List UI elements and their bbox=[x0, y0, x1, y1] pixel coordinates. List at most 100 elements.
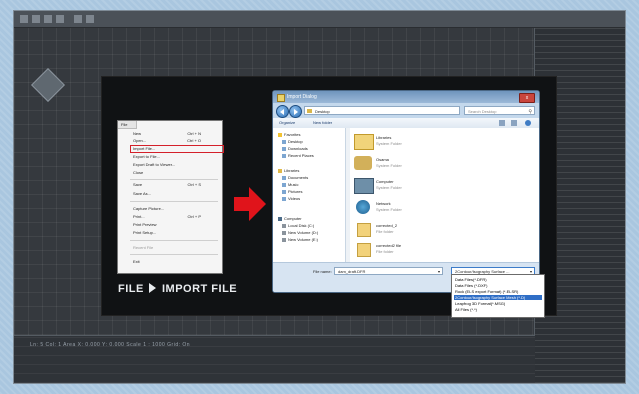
file-type-option[interactable]: Data Files (*.DXF) bbox=[454, 283, 542, 288]
nav-item-documents[interactable]: Documents bbox=[282, 175, 308, 181]
pictures-icon bbox=[282, 190, 286, 194]
navigation-pane: Favorites Desktop Downloads Recent Place… bbox=[273, 128, 346, 262]
user-folder-icon bbox=[354, 156, 372, 170]
desktop-icon bbox=[282, 140, 286, 144]
nav-item-videos[interactable]: Videos bbox=[282, 196, 300, 202]
import-dialog: Import Dialog x Desktop Search Desktop ⚲… bbox=[272, 90, 540, 293]
menu-separator bbox=[130, 201, 218, 202]
menu-item-recent-file[interactable]: Recent File bbox=[133, 245, 215, 251]
drive-icon bbox=[282, 231, 286, 235]
status-text: Ln: 5 Col: 1 Area X: 0.000 Y: 0.000 Scal… bbox=[30, 342, 191, 348]
downloads-icon bbox=[282, 147, 286, 151]
nav-item-downloads[interactable]: Downloads bbox=[282, 146, 308, 152]
dialog-titlebar[interactable]: Import Dialog x bbox=[273, 91, 539, 103]
search-icon: ⚲ bbox=[528, 109, 532, 115]
address-bar: Desktop Search Desktop ⚲ bbox=[273, 103, 539, 118]
file-menu: File New Ctrl + N Open... Ctrl + O Import … bbox=[117, 120, 224, 274]
menu-item-open[interactable]: Open... Ctrl + O bbox=[133, 138, 215, 144]
nav-item-libraries[interactable]: Libraries bbox=[278, 168, 299, 174]
nav-item-music[interactable]: Music bbox=[282, 182, 298, 188]
help-icon[interactable] bbox=[525, 120, 531, 126]
preview-pane-icon[interactable] bbox=[511, 120, 517, 126]
file-type-option[interactable]: Rock (ELS export Format) (*.ELSR) bbox=[454, 289, 542, 294]
dialog-title: Import Dialog bbox=[287, 94, 317, 100]
menu-separator bbox=[130, 240, 218, 241]
compass-icon bbox=[31, 68, 65, 102]
file-type-option[interactable]: Data Files(*.DFR) bbox=[454, 277, 542, 282]
file-item-computer[interactable]: Computer System Folder bbox=[354, 176, 444, 196]
menu-item-print-setup[interactable]: Print Setup... bbox=[133, 230, 215, 236]
forward-button[interactable] bbox=[289, 105, 302, 118]
music-icon bbox=[282, 183, 286, 187]
computer-icon bbox=[354, 178, 374, 194]
menu-item-new[interactable]: New Ctrl + N bbox=[133, 131, 215, 137]
menu-item-import-file[interactable]: Import File... bbox=[130, 145, 224, 153]
nav-item-recent-places[interactable]: Recent Places bbox=[282, 153, 314, 159]
file-name-field[interactable]: dam_draft.DFR ▾ bbox=[334, 267, 443, 275]
toolbar-button[interactable] bbox=[86, 15, 94, 23]
menu-item-save[interactable]: Save Ctrl + S bbox=[133, 182, 215, 188]
nav-item-computer[interactable]: Computer bbox=[278, 216, 302, 222]
nav-item-volume-e[interactable]: New Volume (E:) bbox=[282, 237, 318, 243]
toolbar-button[interactable] bbox=[44, 15, 52, 23]
file-type-option-selected[interactable]: 2Contour/Isography Surface Mesh (*.D) bbox=[454, 295, 542, 300]
documents-icon bbox=[282, 176, 286, 180]
file-list: Libraries System Folder Osama System Fol… bbox=[350, 128, 539, 262]
menu-item-save-as[interactable]: Save As... bbox=[133, 191, 215, 197]
file-type-option[interactable]: All Files (*.*) bbox=[454, 307, 542, 312]
red-arrow-icon bbox=[234, 187, 266, 221]
organize-button[interactable]: Organize bbox=[279, 120, 295, 125]
computer-icon bbox=[278, 217, 282, 221]
nav-item-local-disk[interactable]: Local Disk (C:) bbox=[282, 223, 314, 229]
address-input[interactable]: Desktop bbox=[304, 106, 460, 115]
file-type-dropdown: Data Files(*.DFR) Data Files (*.DXF) Roc… bbox=[451, 274, 545, 318]
star-icon bbox=[278, 133, 282, 137]
file-item-folder[interactable]: corrected2 file File folder bbox=[354, 240, 444, 260]
file-item-libraries[interactable]: Libraries System Folder bbox=[354, 132, 444, 152]
network-icon bbox=[356, 200, 370, 214]
folder-icon bbox=[307, 109, 312, 113]
folder-icon bbox=[357, 223, 371, 237]
videos-icon bbox=[282, 197, 286, 201]
menu-item-capture-picture[interactable]: Capture Picture... bbox=[133, 206, 215, 212]
recent-places-icon bbox=[282, 154, 286, 158]
folder-icon bbox=[357, 243, 371, 257]
file-item-folder[interactable]: corrected_2 File folder bbox=[354, 220, 444, 240]
app-toolbar bbox=[14, 11, 625, 28]
nav-item-volume-d[interactable]: New Volume (D:) bbox=[282, 230, 318, 236]
search-input[interactable]: Search Desktop ⚲ bbox=[464, 106, 535, 115]
menu-separator bbox=[130, 254, 218, 255]
menu-item-export-to-file[interactable]: Export to File... bbox=[133, 154, 215, 160]
drive-icon bbox=[282, 238, 286, 242]
back-button[interactable] bbox=[276, 105, 289, 118]
file-name-label: File name: bbox=[313, 269, 332, 274]
toolbar-button[interactable] bbox=[32, 15, 40, 23]
menu-item-export-draft[interactable]: Export Draft to Viewer... bbox=[133, 162, 215, 168]
new-folder-button[interactable]: New folder bbox=[313, 120, 332, 125]
nav-item-desktop[interactable]: Desktop bbox=[282, 139, 303, 145]
view-options-icon[interactable] bbox=[499, 120, 505, 126]
file-item-osama[interactable]: Osama System Folder bbox=[354, 154, 444, 174]
file-menu-title[interactable]: File bbox=[118, 121, 137, 129]
menu-item-close[interactable]: Close bbox=[133, 170, 215, 176]
nav-item-pictures[interactable]: Pictures bbox=[282, 189, 302, 195]
chevron-down-icon: ▾ bbox=[437, 269, 440, 274]
library-icon bbox=[278, 169, 282, 173]
close-button[interactable]: x bbox=[519, 93, 535, 103]
dialog-app-icon bbox=[277, 94, 285, 102]
drive-icon bbox=[282, 224, 286, 228]
file-type-option[interactable]: Leapfrog 3D Format(*.MSG) bbox=[454, 301, 542, 306]
toolbar-button[interactable] bbox=[74, 15, 82, 23]
toolbar-button[interactable] bbox=[20, 15, 28, 23]
nav-item-favorites[interactable]: Favorites bbox=[278, 132, 300, 138]
status-panel: Ln: 5 Col: 1 Area X: 0.000 Y: 0.000 Scal… bbox=[14, 335, 535, 383]
menu-item-exit[interactable]: Exit bbox=[133, 259, 215, 265]
library-icon bbox=[354, 134, 374, 150]
menu-item-print[interactable]: Print... Ctrl + P bbox=[133, 214, 215, 220]
menu-separator bbox=[130, 179, 218, 180]
tutorial-caption: FILE IMPORT FILE bbox=[118, 283, 238, 295]
caption-chevron-icon bbox=[149, 283, 157, 293]
menu-item-print-preview[interactable]: Print Preview bbox=[133, 222, 215, 228]
file-item-network[interactable]: Network System Folder bbox=[354, 198, 444, 218]
toolbar-button[interactable] bbox=[56, 15, 64, 23]
